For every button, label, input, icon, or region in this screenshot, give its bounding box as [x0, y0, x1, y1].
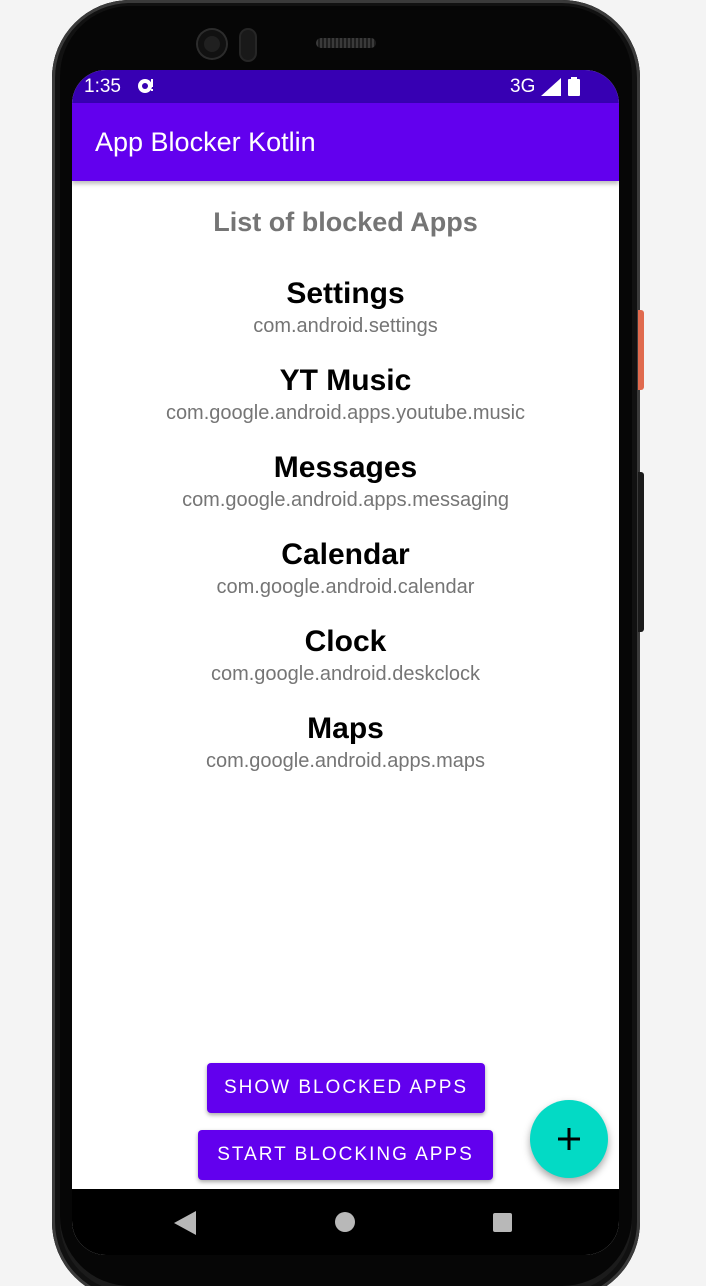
front-camera-icon	[198, 30, 226, 58]
app-name: YT Music	[279, 364, 412, 397]
app-package: com.google.android.apps.maps	[205, 750, 486, 772]
back-triangle-icon[interactable]	[174, 1211, 196, 1240]
app-package: com.android.settings	[253, 315, 438, 337]
phone-screen: 1:35 3G App Blocker Kotlin List of block…	[72, 70, 619, 1255]
app-package: com.google.android.apps.youtube.music	[165, 402, 526, 424]
plus-icon	[558, 1128, 580, 1150]
start-blocking-apps-button[interactable]: START BLOCKING APPS	[198, 1130, 493, 1180]
list-heading: List of blocked Apps	[213, 207, 478, 237]
status-time: 1:35	[84, 76, 121, 97]
app-package: com.google.android.apps.messaging	[182, 489, 509, 511]
battery-icon	[568, 77, 580, 102]
app-package: com.google.android.deskclock	[210, 663, 481, 685]
app-name: Messages	[273, 451, 418, 484]
volume-button[interactable]	[638, 472, 644, 632]
home-circle-icon[interactable]	[335, 1212, 355, 1232]
app-name: Settings	[286, 277, 405, 310]
app-name: Clock	[304, 625, 387, 658]
show-blocked-apps-button[interactable]: SHOW BLOCKED APPS	[207, 1063, 485, 1113]
list-item: Maps com.google.android.apps.maps	[72, 711, 619, 798]
app-title: App Blocker Kotlin	[95, 127, 316, 157]
app-package: com.google.android.calendar	[216, 576, 475, 598]
network-type: 3G	[510, 76, 536, 97]
list-item: Messages com.google.android.apps.messagi…	[72, 450, 619, 537]
system-nav-bar	[72, 1189, 619, 1255]
list-item: Clock com.google.android.deskclock	[72, 624, 619, 711]
device-frame: 1:35 3G App Blocker Kotlin List of block…	[0, 0, 706, 1286]
earpiece-speaker-icon	[316, 38, 376, 48]
signal-icon	[541, 78, 561, 102]
power-button[interactable]	[638, 310, 644, 390]
list-item: YT Music com.google.android.apps.youtube…	[72, 363, 619, 450]
blocked-app-list: Settings com.android.settings YT Music c…	[72, 276, 619, 798]
list-item: Calendar com.google.android.calendar	[72, 537, 619, 624]
add-app-fab-button[interactable]	[530, 1100, 608, 1178]
app-name: Calendar	[281, 538, 410, 571]
notification-icon	[136, 76, 156, 96]
app-bar: App Blocker Kotlin	[72, 103, 619, 181]
list-item: Settings com.android.settings	[72, 276, 619, 363]
status-bar: 1:35 3G	[72, 70, 619, 103]
app-name: Maps	[307, 712, 384, 745]
proximity-sensor-icon	[241, 30, 255, 60]
recents-square-icon[interactable]	[493, 1213, 512, 1232]
